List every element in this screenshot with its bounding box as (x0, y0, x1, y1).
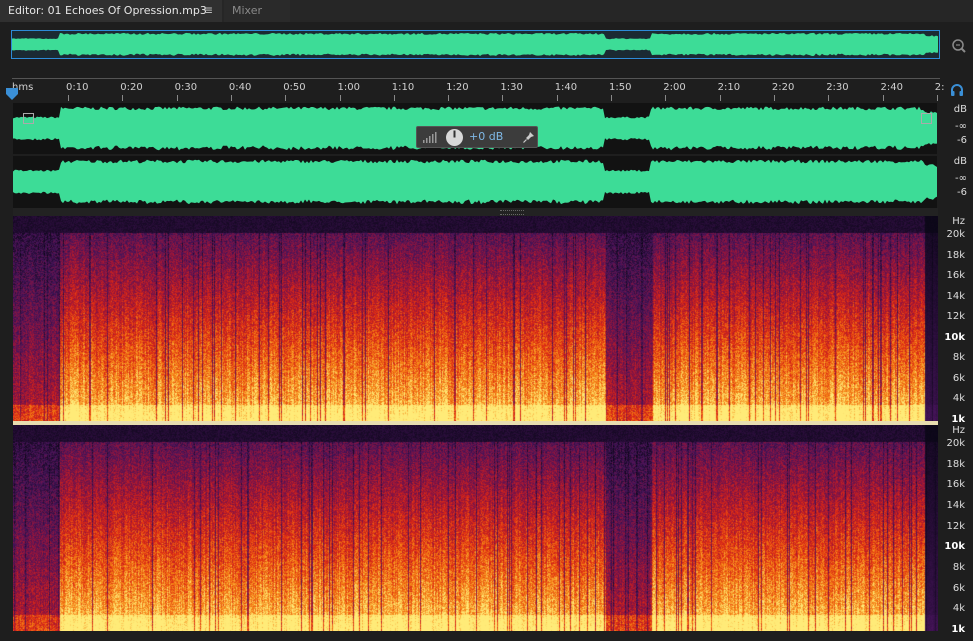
ruler-tick (448, 95, 450, 101)
playhead-marker[interactable] (6, 88, 18, 100)
channel-toggle-icon[interactable] (23, 113, 34, 124)
ruler-tick-label: 1:30 (500, 82, 523, 93)
ruler-tick-label: 2:00 (663, 82, 686, 93)
ruler-tick (122, 95, 124, 101)
ruler-tick-label: 2:40 (880, 82, 903, 93)
ruler-tick (339, 95, 341, 101)
ruler-tick-label: 0:20 (120, 82, 143, 93)
ruler-tick-label: 2: (934, 82, 945, 93)
level-bars-icon (423, 132, 437, 143)
hz-label: 20k (946, 229, 965, 240)
ruler-tick-label: 1:20 (446, 82, 469, 93)
ruler-tick-label: 2:20 (771, 82, 795, 93)
spectrogram-left (13, 216, 938, 421)
hz-label: 18k (946, 458, 965, 470)
hz-unit: Hz (952, 425, 965, 436)
waveform-channel-right[interactable] (13, 156, 937, 208)
tab-editor-label: Editor: 01 Echoes Of Opression.mp3 (8, 4, 207, 17)
ruler-tick-label: 1:00 (337, 82, 360, 93)
view-divider[interactable] (13, 208, 938, 216)
hz-label: 4k (952, 603, 965, 615)
ruler-tick (828, 95, 830, 101)
db-label-6: -6 (957, 135, 967, 146)
hz-label: 14k (946, 290, 965, 302)
ruler-tick (611, 95, 612, 101)
ruler-tick (230, 95, 232, 101)
db-label-6: -6 (957, 187, 967, 198)
ruler-tick-label: 1:10 (391, 82, 415, 93)
hz-label: 12k (946, 311, 965, 323)
ruler-tick (176, 95, 178, 101)
hz-label: 6k (952, 372, 965, 384)
overview-waveform (12, 32, 938, 56)
hz-label: 12k (946, 520, 965, 532)
hz-label: 10k (944, 541, 965, 553)
hz-label: 16k (946, 270, 965, 282)
hz-label: 4k (952, 393, 965, 405)
hz-label: 10k (944, 331, 965, 343)
ruler-tick (68, 95, 69, 101)
ruler-tick-label: 0:10 (66, 82, 89, 93)
hz-label: 8k (952, 352, 965, 364)
amplitude-scale-right: dB -∞ -6 (941, 156, 973, 208)
zoom-magnifier-icon[interactable] (949, 37, 967, 55)
frequency-scale-left: Hz 20k 18k 16k 14k 12k 10k 8k 6k 4k 1k (941, 216, 973, 425)
ruler-tick-label: 1:50 (609, 82, 632, 93)
ruler-tick-label: 0:30 (174, 82, 198, 93)
ruler-tick-label: 0:40 (228, 82, 252, 93)
hz-label: 8k (952, 562, 965, 573)
ruler-tick (556, 95, 558, 101)
tab-mixer[interactable]: Mixer (224, 0, 290, 22)
tab-bar: Editor: 01 Echoes Of Opression.mp3 ≡ Mix… (0, 0, 973, 22)
ruler-tick (665, 95, 667, 101)
hz-label: 1k (951, 624, 965, 635)
hamburger-menu-icon[interactable]: ≡ (203, 0, 213, 21)
ruler-tick-label: 1:40 (554, 82, 578, 93)
amplitude-scale-left: dB -∞ -6 (941, 103, 973, 154)
channel-resize-icon[interactable] (921, 113, 932, 124)
spectral-channel-left[interactable] (13, 216, 938, 421)
ruler-tick (285, 95, 287, 101)
hz-label: 18k (946, 249, 965, 261)
ruler-tick-label: 2:10 (717, 82, 741, 93)
hz-label: 16k (946, 479, 965, 491)
hz-label: 1k (951, 414, 965, 425)
db-unit: dB (953, 104, 967, 115)
time-ruler[interactable]: hms 0:10 0:20 0:30 0:40 0:50 1:00 1:10 1:20 1:30… (12, 78, 945, 101)
db-label-inf: -∞ (955, 173, 967, 184)
hz-label: 14k (946, 500, 965, 511)
frequency-scale-right: Hz 20k 18k 16k 14k 12k 10k 8k 6k 4k 1k (941, 425, 973, 635)
ruler-tick (882, 95, 884, 101)
ruler-tick (773, 95, 775, 101)
waveform-overview[interactable] (11, 30, 940, 59)
tab-mixer-label: Mixer (232, 4, 263, 17)
ruler-tick-label: 0:50 (283, 82, 306, 93)
divider-grip-icon[interactable] (500, 210, 524, 215)
spectrogram-right (13, 425, 938, 631)
ruler-tick (393, 95, 395, 101)
spectral-channel-right[interactable] (13, 425, 938, 631)
tab-editor[interactable]: Editor: 01 Echoes Of Opression.mp3 ≡ (0, 0, 222, 22)
gain-value[interactable]: +0 dB (469, 130, 503, 143)
hz-unit: Hz (952, 216, 965, 227)
ruler-tick (936, 95, 938, 101)
pin-icon[interactable] (523, 131, 535, 143)
hz-label: 6k (952, 582, 965, 594)
hz-label: 20k (946, 438, 965, 449)
ruler-tick-label: 2:30 (826, 82, 849, 93)
db-label-inf: -∞ (955, 121, 967, 132)
headphones-icon[interactable] (949, 82, 965, 98)
waveform-right (13, 159, 937, 205)
ruler-tick (719, 95, 721, 101)
db-unit: dB (953, 156, 967, 167)
volume-hud[interactable]: +0 dB (416, 126, 538, 148)
ruler-tick (502, 95, 504, 101)
volume-knob-icon[interactable] (445, 128, 464, 147)
